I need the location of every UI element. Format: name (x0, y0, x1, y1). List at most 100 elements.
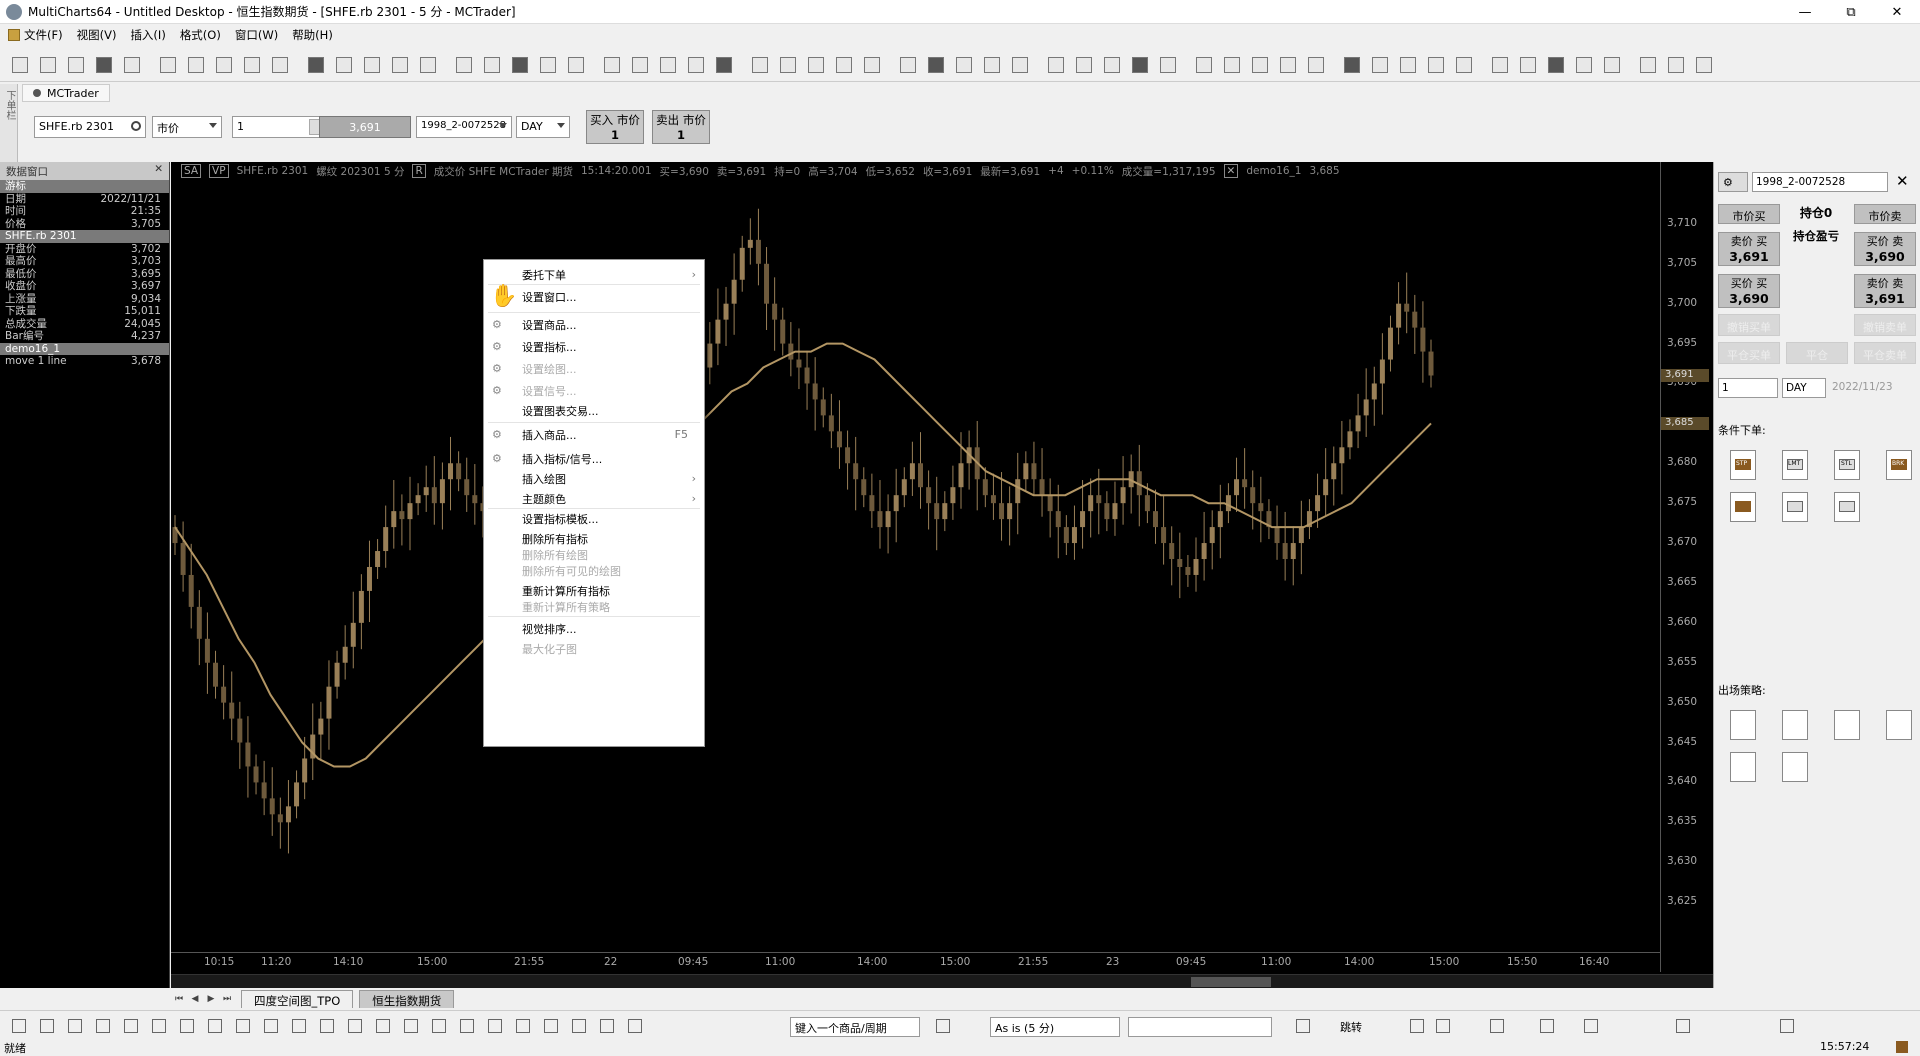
order-type-select[interactable]: 市价 (152, 116, 222, 138)
symbol-resolution-input[interactable]: 键入一个商品/周期 (790, 1017, 920, 1037)
nav-prev-icon[interactable] (1436, 1019, 1450, 1033)
window-cascade-icon[interactable] (1196, 57, 1212, 73)
settings-icon[interactable] (1668, 57, 1684, 73)
new-portfolio-icon[interactable] (244, 57, 260, 73)
market-buy-button[interactable]: 市价买 (1718, 204, 1780, 224)
bracket-order-icon[interactable] (1834, 492, 1860, 522)
last-sheet-icon[interactable]: ⏭ (222, 994, 232, 1004)
optimize-icon[interactable] (604, 57, 620, 73)
limit-order-icon[interactable]: LMT (1782, 450, 1808, 480)
exit-strategy-6-icon[interactable] (1782, 752, 1808, 782)
context-menu-item[interactable]: 设置绘图... (522, 362, 698, 378)
first-sheet-icon[interactable]: ⏮ (174, 994, 184, 1004)
prev-sheet-icon[interactable]: ◀ (190, 994, 200, 1004)
price-axis[interactable]: 3,7103,7053,7003,6953,6903,6853,6803,675… (1660, 162, 1713, 972)
candlestick-plot[interactable] (171, 162, 1660, 952)
magnifier-icon[interactable] (1640, 57, 1656, 73)
tif-select[interactable]: DAY (516, 116, 570, 138)
data-window-icon[interactable] (660, 57, 676, 73)
expand-icon[interactable] (1400, 57, 1416, 73)
link-icon[interactable] (1252, 57, 1268, 73)
menu-help[interactable]: 帮助(H) (292, 27, 333, 43)
panel-settings-button[interactable]: ⚙ (1718, 172, 1748, 192)
new-scanner-icon[interactable] (160, 57, 176, 73)
cursor-icon[interactable] (688, 57, 704, 73)
strategy-settings-icon[interactable] (540, 57, 556, 73)
chart-kagi-icon[interactable] (956, 57, 972, 73)
note-icon[interactable] (1104, 57, 1120, 73)
minimize-icon[interactable]: — (1782, 0, 1828, 24)
restore-icon[interactable]: ⧉ (1828, 0, 1874, 24)
speed-lines-icon[interactable] (320, 1019, 334, 1033)
arrow-up-icon[interactable] (572, 1019, 586, 1033)
up-icon[interactable] (1456, 57, 1472, 73)
left-icon[interactable] (1520, 57, 1536, 73)
zoom-in-icon[interactable] (752, 57, 768, 73)
nav-first-icon[interactable] (1410, 1019, 1424, 1033)
cross-icon[interactable] (292, 1019, 306, 1033)
search-icon[interactable] (131, 121, 141, 131)
new-workspace-icon[interactable] (12, 57, 28, 73)
time-axis[interactable]: 10:15 11:20 14:10 15:00 21:55 22 09:45 11:00 14:… (171, 952, 1660, 972)
new-option-icon[interactable] (272, 57, 288, 73)
arc-icon[interactable] (516, 1019, 530, 1033)
grid-tool-icon[interactable] (376, 1019, 390, 1033)
scroll-thumb[interactable] (1191, 977, 1271, 987)
insert-symbol-icon[interactable] (484, 57, 500, 73)
exit-strategy-2-icon[interactable] (1782, 710, 1808, 740)
context-menu-item[interactable]: 插入商品... (522, 428, 698, 444)
market-scanner-icon[interactable] (632, 57, 648, 73)
redo-icon[interactable] (420, 57, 436, 73)
context-menu-item[interactable]: 删除所有可见的绘图 (522, 564, 698, 580)
select-icon[interactable] (1076, 57, 1092, 73)
chart-renko-icon[interactable] (984, 57, 1000, 73)
context-menu-item[interactable]: 主题颜色 (522, 492, 698, 508)
ellipse-icon[interactable] (488, 1019, 502, 1033)
exit-strategy-3-icon[interactable] (1834, 710, 1860, 740)
cancel-sell-button[interactable]: 撤销卖单 (1854, 314, 1916, 336)
context-menu-item[interactable]: 最大化子图 (522, 642, 698, 658)
menu-insert[interactable]: 插入(I) (130, 27, 165, 43)
chart-bars-icon[interactable] (808, 57, 824, 73)
chart-ohlc-icon[interactable] (900, 57, 916, 73)
calendar-icon[interactable] (1296, 1019, 1310, 1033)
fib-retracement-icon[interactable] (236, 1019, 250, 1033)
context-menu-item[interactable]: 设置信号... (522, 384, 698, 400)
new-chart-icon[interactable] (124, 57, 140, 73)
account-select[interactable]: 1998_2-0072528 (416, 116, 512, 138)
context-menu-item[interactable]: 设置指标模板... (522, 512, 698, 528)
vertical-line-icon[interactable] (68, 1019, 82, 1033)
nav-last-icon[interactable] (1540, 1019, 1554, 1033)
chart-point-icon[interactable] (928, 57, 944, 73)
market-sell-button[interactable]: 市价卖 (1854, 204, 1916, 224)
sell-at-ask-button[interactable]: 卖价 卖 3,691 (1854, 274, 1916, 308)
gann-fan-icon[interactable] (180, 1019, 194, 1033)
exit-strategy-4-icon[interactable] (1886, 710, 1912, 740)
flatten-button[interactable]: 平仓 (1786, 342, 1848, 364)
buy-market-button[interactable]: 买入 市价 1 (586, 110, 644, 144)
triangle-icon[interactable] (544, 1019, 558, 1033)
flat-sell-button[interactable]: 平仓卖单 (1854, 342, 1916, 364)
drag-icon[interactable] (1048, 57, 1064, 73)
right-icon[interactable] (1548, 57, 1564, 73)
close-icon[interactable]: ✕ (1896, 172, 1909, 190)
context-menu-item[interactable]: 视觉排序... (522, 622, 698, 638)
note-icon[interactable] (404, 1019, 418, 1033)
quantity-stepper[interactable]: 1 (232, 116, 326, 138)
context-menu-item[interactable]: 删除所有绘图 (522, 548, 698, 564)
andrews-pitchfork-icon[interactable] (208, 1019, 222, 1033)
help-icon[interactable] (1696, 57, 1712, 73)
stop-limit-order-icon[interactable]: STL (1834, 450, 1860, 480)
context-menu-item[interactable]: 重新计算所有指标 (522, 584, 698, 600)
zoom-fit-icon[interactable] (1344, 57, 1360, 73)
mctrader-tab[interactable]: MCTrader (22, 84, 110, 102)
menu-file[interactable]: 文件(F) (8, 27, 63, 43)
chart-line-icon[interactable] (864, 57, 880, 73)
clock-icon[interactable] (936, 1019, 950, 1033)
menu-window[interactable]: 窗口(W) (235, 27, 278, 43)
chart-candles-icon[interactable] (836, 57, 852, 73)
open-icon[interactable] (40, 57, 56, 73)
rectangle-icon[interactable] (460, 1019, 474, 1033)
bar-indicator-icon[interactable] (1584, 1019, 1598, 1033)
magnet-icon[interactable] (600, 1019, 614, 1033)
